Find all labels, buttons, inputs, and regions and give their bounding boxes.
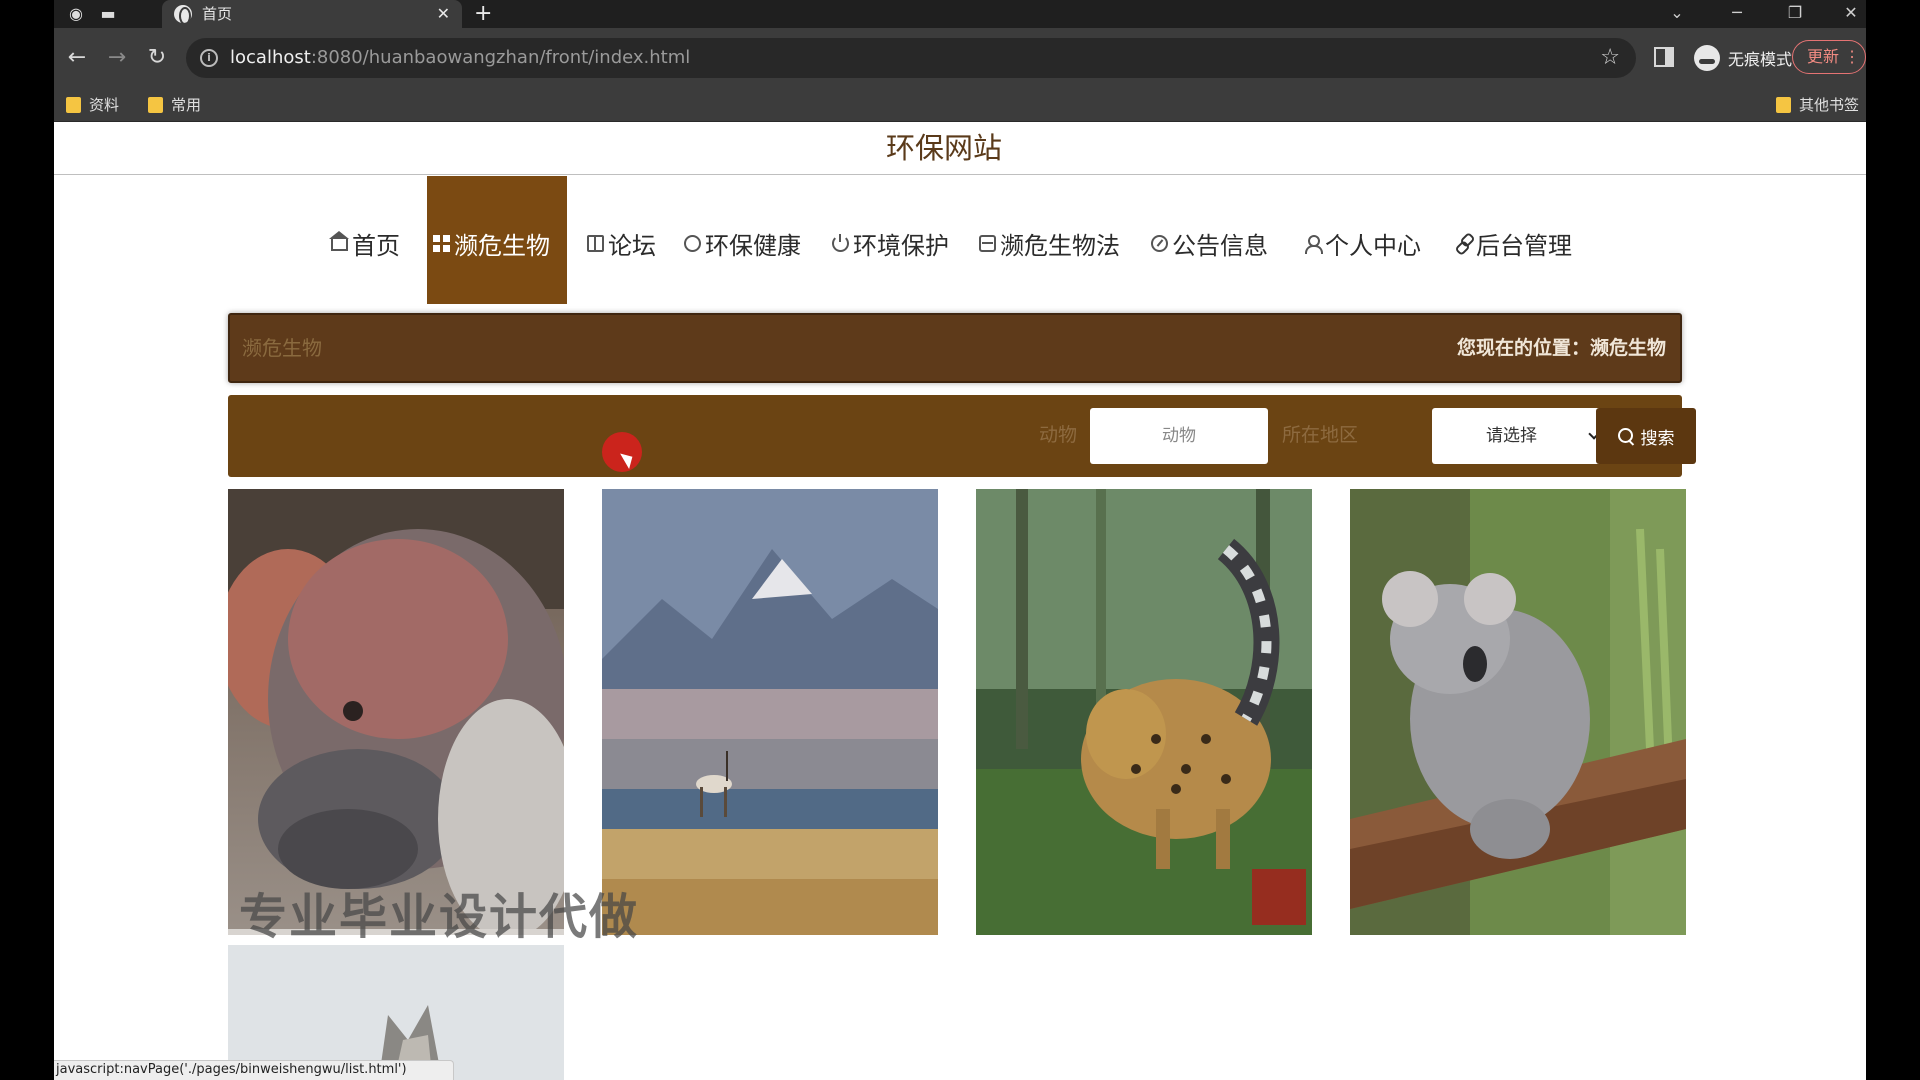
address-url[interactable]: localhost:8080/huanbaowangzhan/front/ind… bbox=[230, 47, 690, 69]
nav-item-env-protection[interactable]: 环境保护 bbox=[832, 176, 949, 304]
nav-item-home[interactable]: 首页 bbox=[329, 176, 400, 304]
folder-icon bbox=[148, 97, 163, 113]
close-icon[interactable]: ✕ bbox=[437, 4, 450, 24]
animal-card-4[interactable] bbox=[1350, 489, 1686, 935]
tab-title: 首页 bbox=[202, 5, 233, 23]
breadcrumb-location: 您现在的位置：濒危生物 bbox=[1456, 337, 1666, 359]
bookmarks-bar: 资料 常用 其他书签 bbox=[54, 88, 1866, 122]
animal-image-leopard bbox=[976, 489, 1312, 935]
tab-strip: ◉ ▬ 首页 ✕ + ⌄ ─ ❐ ✕ bbox=[54, 0, 1866, 28]
bookmark-folder-ziliao[interactable]: 资料 bbox=[66, 96, 119, 114]
incognito-icon bbox=[1694, 45, 1720, 71]
nav-label: 环境保护 bbox=[853, 231, 949, 260]
animal-search-input[interactable] bbox=[1090, 408, 1268, 464]
link-icon bbox=[1455, 235, 1472, 252]
bookmark-folder-changyong[interactable]: 常用 bbox=[148, 96, 201, 114]
search-button[interactable]: 搜索 bbox=[1596, 408, 1696, 464]
search-button-label: 搜索 bbox=[1640, 428, 1675, 449]
update-button[interactable]: 更新 ⋮ bbox=[1792, 40, 1866, 74]
user-icon bbox=[1304, 234, 1323, 254]
reload-icon[interactable]: ↻ bbox=[144, 45, 170, 71]
tab-home[interactable]: 首页 ✕ bbox=[162, 0, 462, 28]
bookmark-label: 资料 bbox=[89, 96, 120, 114]
main-nav: 首页 濒危生物 论坛 环保健康 环境保护 濒危生物法 公告信息 个人中心 后台管… bbox=[54, 176, 1866, 304]
nav-label: 公告信息 bbox=[1172, 231, 1268, 260]
nav-item-endangered-law[interactable]: 濒危生物法 bbox=[979, 176, 1120, 304]
nav-label: 个人中心 bbox=[1325, 231, 1421, 260]
profile-icon[interactable]: ◉ bbox=[66, 4, 86, 24]
animal-image-antelope bbox=[602, 489, 938, 935]
nav-label: 首页 bbox=[352, 231, 400, 260]
region-select[interactable]: 请选择 bbox=[1432, 408, 1610, 464]
browser-window: ◉ ▬ 首页 ✕ + ⌄ ─ ❐ ✕ ← → ↻ i localhost:808… bbox=[54, 0, 1866, 1080]
animal-card-1[interactable] bbox=[228, 489, 564, 935]
status-bar: javascript:navPage('./pages/binweishengw… bbox=[54, 1060, 454, 1080]
print-icon bbox=[979, 234, 996, 252]
nav-item-notices[interactable]: 公告信息 bbox=[1151, 176, 1268, 304]
nav-label: 濒危生物 bbox=[454, 231, 550, 260]
forward-icon[interactable]: → bbox=[104, 45, 130, 71]
section-title: 濒危生物 bbox=[242, 336, 322, 360]
address-bar[interactable]: i localhost:8080/huanbaowangzhan/front/i… bbox=[186, 38, 1636, 78]
nav-label: 论坛 bbox=[608, 231, 656, 260]
url-path: :8080/huanbaowangzhan/front/index.html bbox=[310, 47, 691, 68]
star-icon[interactable]: ☆ bbox=[1600, 45, 1620, 71]
power-icon bbox=[832, 233, 849, 252]
region-select-value: 请选择 bbox=[1486, 426, 1537, 446]
side-panel-icon[interactable] bbox=[1654, 47, 1674, 67]
update-label: 更新 bbox=[1807, 47, 1840, 66]
incognito-indicator[interactable]: 无痕模式 bbox=[1686, 39, 1805, 77]
bookmark-folder-other[interactable]: 其他书签 bbox=[1776, 96, 1859, 114]
grid-icon bbox=[433, 234, 450, 252]
search-panel: 动物 所在地区 请选择 搜索 bbox=[228, 395, 1696, 477]
nav-label: 环保健康 bbox=[705, 231, 801, 260]
nav-item-admin[interactable]: 后台管理 bbox=[1455, 176, 1572, 304]
tab-search-icon[interactable]: ⌄ bbox=[1662, 2, 1692, 24]
breadcrumb: 濒危生物 您现在的位置：濒危生物 bbox=[228, 313, 1682, 383]
book-icon bbox=[587, 234, 604, 252]
url-host: localhost bbox=[230, 47, 311, 68]
bookmark-label: 常用 bbox=[171, 96, 202, 114]
nav-label: 后台管理 bbox=[1476, 231, 1572, 260]
nav-item-endangered[interactable]: 濒危生物 bbox=[427, 176, 567, 304]
animal-card-2[interactable] bbox=[602, 489, 938, 935]
restore-icon[interactable]: ❐ bbox=[1780, 2, 1810, 24]
nav-item-eco-health[interactable]: 环保健康 bbox=[684, 176, 801, 304]
animal-image-koala bbox=[1350, 489, 1686, 935]
globe-icon bbox=[174, 5, 192, 25]
animal-label: 动物 bbox=[1039, 424, 1078, 446]
browser-toolbar: ← → ↻ i localhost:8080/huanbaowangzhan/f… bbox=[54, 28, 1866, 88]
region-label-text: 所在地区 bbox=[1282, 424, 1359, 446]
folder-icon bbox=[1776, 97, 1791, 113]
gauge-icon bbox=[1151, 234, 1168, 252]
new-tab-icon[interactable]: + bbox=[474, 2, 492, 26]
incognito-label: 无痕模式 bbox=[1728, 50, 1793, 69]
site-title: 环保网站 bbox=[885, 131, 1002, 165]
home-icon bbox=[329, 231, 349, 251]
nav-item-forum[interactable]: 论坛 bbox=[587, 176, 656, 304]
bookmark-label: 其他书签 bbox=[1799, 96, 1860, 114]
search-icon bbox=[1617, 427, 1635, 445]
web-page: 环保网站 首页 濒危生物 论坛 环保健康 环境保护 濒危生物法 公告信息 个人中… bbox=[54, 122, 1866, 1080]
watermark-text: 专业毕业设计代做 bbox=[239, 889, 640, 945]
circle-icon bbox=[684, 234, 701, 252]
back-icon[interactable]: ← bbox=[64, 45, 90, 71]
site-info-icon[interactable]: i bbox=[200, 49, 218, 67]
nav-item-profile[interactable]: 个人中心 bbox=[1304, 176, 1421, 304]
nav-label: 濒危生物法 bbox=[1000, 231, 1120, 260]
window-close-icon[interactable]: ✕ bbox=[1836, 2, 1866, 24]
minimize-icon[interactable]: ─ bbox=[1722, 2, 1752, 24]
animal-card-3[interactable] bbox=[976, 489, 1312, 935]
animal-image-rhino bbox=[228, 489, 564, 935]
tab-group-icon[interactable]: ▬ bbox=[98, 4, 118, 24]
site-header: 环保网站 bbox=[54, 122, 1866, 175]
folder-icon bbox=[66, 97, 81, 113]
